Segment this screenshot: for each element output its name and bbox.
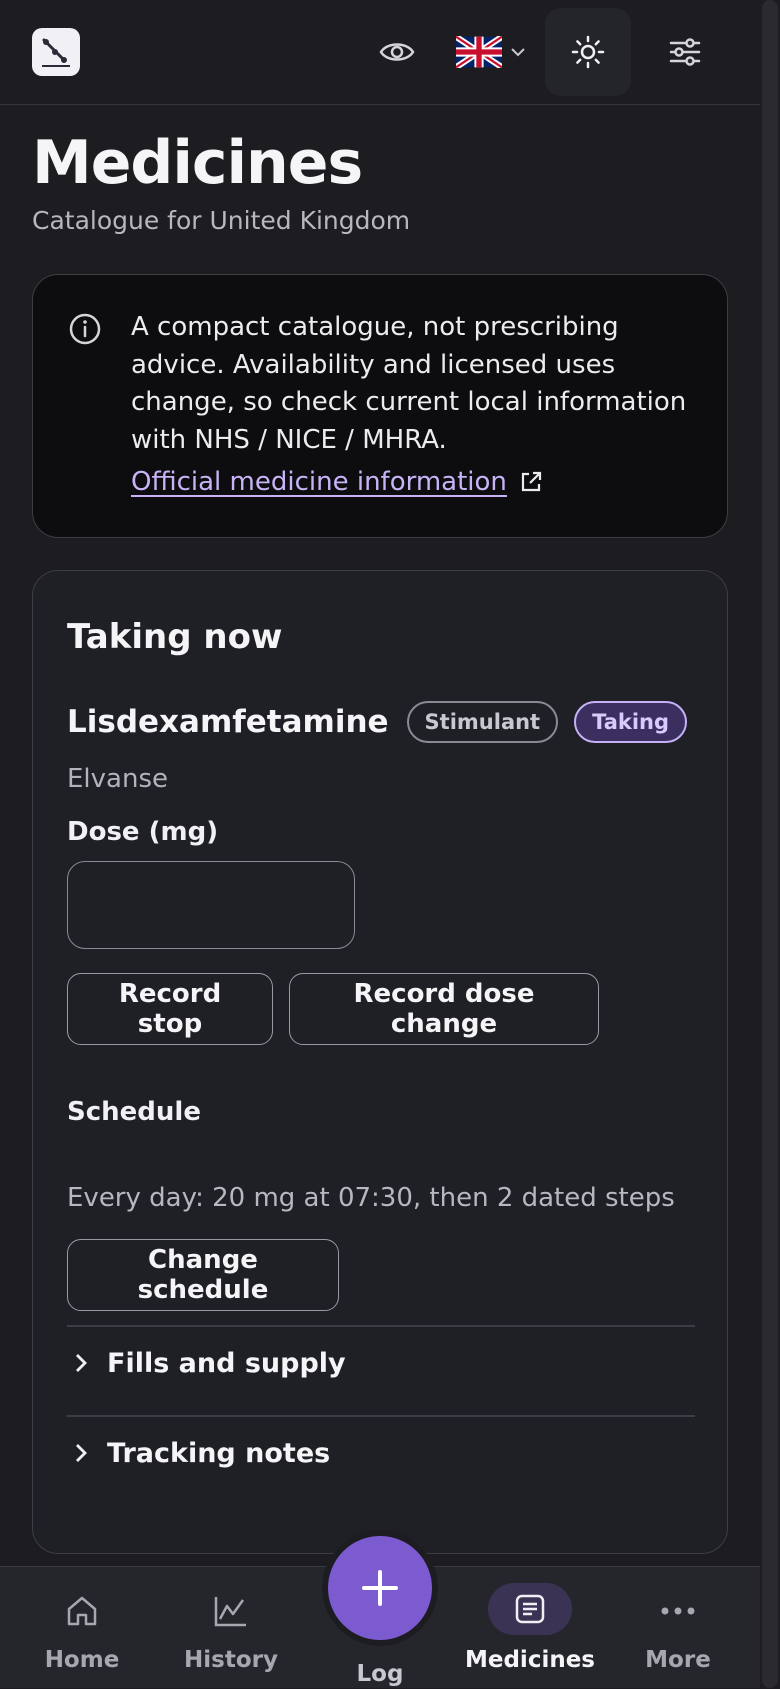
record-dose-change-button[interactable]: Record dose change — [289, 973, 599, 1045]
log-fab-button[interactable] — [322, 1530, 438, 1646]
official-medicine-info-link[interactable]: Official medicine information — [131, 467, 543, 497]
nav-label: Home — [44, 1647, 120, 1673]
top-bar — [0, 0, 760, 105]
trend-down-icon — [42, 38, 70, 67]
page-subtitle: Catalogue for United Kingdom — [32, 206, 411, 235]
theme-toggle-button[interactable] — [545, 8, 631, 96]
nav-label: History — [184, 1647, 278, 1673]
link-label: Official medicine information — [131, 467, 507, 497]
language-selector[interactable] — [446, 8, 536, 96]
divider — [67, 1325, 695, 1327]
scrollbar-track[interactable] — [760, 0, 780, 1688]
dose-label: Dose (mg) — [67, 817, 219, 847]
privacy-toggle-button[interactable] — [364, 8, 430, 96]
nav-label: Medicines — [464, 1647, 595, 1673]
tracking-notes-toggle[interactable]: Tracking notes — [67, 1423, 330, 1483]
document-icon — [515, 1594, 545, 1624]
chart-line-icon — [214, 1597, 246, 1627]
page-title: Medicines — [32, 128, 363, 198]
uk-flag-icon — [456, 36, 502, 68]
scrollbar-thumb[interactable] — [762, 0, 778, 1688]
class-chip: Stimulant — [406, 701, 559, 743]
chevron-down-icon — [511, 48, 525, 57]
section-label: Tracking notes — [107, 1437, 331, 1469]
settings-button[interactable] — [650, 8, 720, 96]
eye-icon — [379, 43, 415, 61]
plus-icon — [362, 1570, 398, 1606]
schedule-label: Schedule — [67, 1097, 201, 1127]
nav-label: More — [645, 1647, 711, 1673]
taking-now-title: Taking now — [67, 617, 283, 657]
medicine-name: Lisdexamfetamine — [67, 704, 389, 740]
nav-label: Log — [356, 1661, 404, 1687]
status-badge: Taking — [574, 701, 688, 743]
fills-and-supply-toggle[interactable]: Fills and supply — [67, 1333, 346, 1393]
schedule-summary: Every day: 20 mg at 07:30, then 2 dated … — [67, 1183, 675, 1213]
medicine-brand: Elvanse — [67, 764, 168, 794]
disclaimer-text: A compact catalogue, not prescribing adv… — [131, 312, 687, 455]
nav-home[interactable]: Home — [32, 1567, 132, 1689]
app-logo[interactable] — [32, 28, 80, 76]
more-dots-icon — [661, 1607, 695, 1615]
chevron-right-icon — [76, 1354, 87, 1372]
nav-medicines[interactable]: Medicines — [462, 1567, 598, 1689]
sun-icon — [571, 35, 605, 69]
change-schedule-button[interactable]: Change schedule — [67, 1239, 339, 1311]
divider — [67, 1415, 695, 1417]
nav-more[interactable]: More — [630, 1567, 726, 1689]
medicine-header: Lisdexamfetamine Stimulant Taking — [67, 701, 688, 743]
disclaimer-notice: A compact catalogue, not prescribing adv… — [32, 274, 728, 538]
chevron-right-icon — [76, 1444, 87, 1462]
record-stop-button[interactable]: Record stop — [67, 973, 273, 1045]
section-label: Fills and supply — [107, 1347, 346, 1379]
sliders-icon — [669, 38, 701, 66]
external-link-icon — [521, 471, 542, 492]
nav-history[interactable]: History — [175, 1567, 287, 1689]
taking-now-card: Taking now Lisdexamfetamine Stimulant Ta… — [32, 570, 728, 1554]
home-icon — [67, 1596, 97, 1626]
dose-input[interactable] — [67, 861, 355, 949]
info-icon — [69, 313, 101, 345]
